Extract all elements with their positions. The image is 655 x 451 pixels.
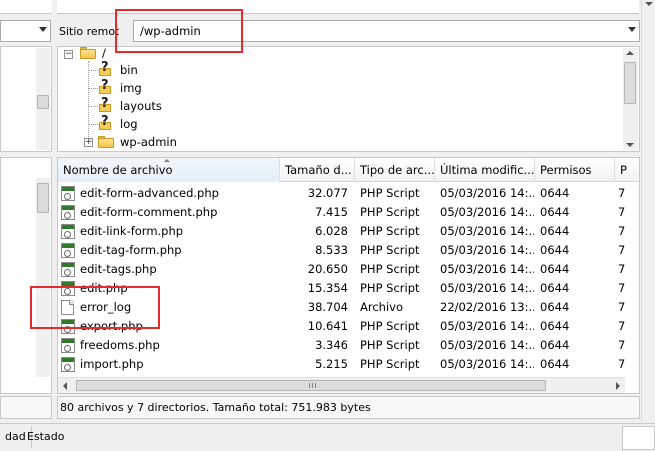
remote-file-list[interactable]: Nombre de archivo Tamaño d... Tipo de ar… xyxy=(57,157,640,394)
tree-item-label: layouts xyxy=(120,99,162,113)
php-file-icon xyxy=(61,243,75,258)
php-file-icon xyxy=(61,205,75,220)
sort-ascending-icon xyxy=(164,159,170,162)
grip-icon xyxy=(309,383,316,388)
tree-item-label: log xyxy=(120,117,138,131)
tab-status[interactable]: Estado xyxy=(22,426,69,448)
column-header-size[interactable]: Tamaño d... xyxy=(280,158,355,182)
question-folder-icon: ? xyxy=(98,114,113,131)
highlight-box-remote-path xyxy=(115,9,243,53)
window-vertical-scrollbar[interactable] xyxy=(641,0,655,422)
highlight-box-error-log xyxy=(30,286,160,329)
table-row[interactable]: edit-form-advanced.php 32.077 PHP Script… xyxy=(58,184,639,203)
column-header-name[interactable]: Nombre de archivo xyxy=(58,158,280,182)
remote-status-bar: 80 archivos y 7 directorios. Tamaño tota… xyxy=(57,396,640,419)
chevron-down-icon[interactable] xyxy=(39,27,47,32)
scroll-down-icon[interactable] xyxy=(645,2,653,6)
tree-connector xyxy=(88,61,89,143)
tree-connector xyxy=(88,124,98,125)
file-list-horizontal-scrollbar[interactable] xyxy=(58,377,625,393)
column-header-modified[interactable]: Última modific... xyxy=(435,158,535,182)
scroll-up-icon[interactable] xyxy=(626,51,634,55)
scroll-right-icon[interactable] xyxy=(616,382,620,390)
tree-item-bin[interactable]: ? bin xyxy=(98,60,198,79)
question-folder-icon: ? xyxy=(98,96,113,113)
local-tree-scrollbar[interactable] xyxy=(36,48,50,150)
php-file-icon xyxy=(61,357,75,372)
queue-tab-bar: dad Estado xyxy=(0,423,655,451)
local-list-scrollbar[interactable] xyxy=(36,178,50,377)
column-header-type[interactable]: Tipo de arc... xyxy=(355,158,435,182)
file-list-header: Nombre de archivo Tamaño d... Tipo de ar… xyxy=(58,158,639,182)
local-file-list[interactable] xyxy=(0,157,52,394)
tree-item-label: wp-admin xyxy=(120,135,177,149)
table-row[interactable]: edit-form-comment.php 7.415 PHP Script 0… xyxy=(58,203,639,222)
scroll-thumb[interactable] xyxy=(624,62,636,104)
remote-status-text: 80 archivos y 7 directorios. Tamaño tota… xyxy=(60,401,371,414)
php-file-icon xyxy=(61,262,75,277)
tree-connector xyxy=(88,106,98,107)
php-file-icon xyxy=(61,338,75,353)
tree-item-log[interactable]: ? log xyxy=(98,114,198,133)
scroll-thumb[interactable] xyxy=(37,95,49,109)
php-file-icon xyxy=(61,186,75,201)
table-row[interactable]: edit-tag-form.php 8.533 PHP Script 05/03… xyxy=(58,241,639,260)
tree-item-img[interactable]: ? img xyxy=(98,78,198,97)
local-top-area xyxy=(0,0,52,14)
tree-item-layouts[interactable]: ? layouts xyxy=(98,96,198,115)
table-row[interactable]: edit-tags.php 20.650 PHP Script 05/03/20… xyxy=(58,260,639,279)
local-tree-pane[interactable] xyxy=(0,46,52,152)
scroll-left-icon[interactable] xyxy=(63,382,67,390)
folder-icon xyxy=(98,136,114,148)
table-row[interactable]: edit-link-form.php 6.028 PHP Script 05/0… xyxy=(58,222,639,241)
tree-connector xyxy=(88,88,98,89)
tree-connector xyxy=(88,70,98,71)
tree-item-wp-admin[interactable]: wp-admin xyxy=(98,133,198,151)
local-status-bar xyxy=(0,396,52,419)
table-row[interactable]: import.php 5.215 PHP Script 05/03/2016 1… xyxy=(58,355,639,374)
chevron-down-icon[interactable] xyxy=(628,27,636,32)
collapse-icon[interactable]: − xyxy=(64,50,73,59)
table-row[interactable]: freedoms.php 3.346 PHP Script 05/03/2016… xyxy=(58,336,639,355)
php-file-icon xyxy=(61,224,75,239)
scroll-thumb[interactable] xyxy=(37,183,49,213)
tree-item-label: bin xyxy=(120,63,138,77)
remote-site-label: Sitio remoto: xyxy=(59,25,119,38)
folder-icon xyxy=(80,47,96,59)
local-path-combo[interactable] xyxy=(0,20,51,42)
remote-tree-scrollbar[interactable] xyxy=(623,48,638,150)
remote-directory-tree[interactable]: − / ? bin ? img ? layouts ? log + wp-adm… xyxy=(57,46,640,152)
scroll-down-icon[interactable] xyxy=(626,143,634,147)
question-folder-icon: ? xyxy=(98,60,113,77)
question-folder-icon: ? xyxy=(98,78,113,95)
scroll-thumb[interactable] xyxy=(76,380,546,391)
tree-item-label: img xyxy=(120,81,142,95)
expand-icon[interactable]: + xyxy=(84,138,93,147)
column-header-permissions[interactable]: Permisos xyxy=(535,158,615,182)
column-header-owner[interactable]: P xyxy=(615,158,639,182)
queue-panel-edge xyxy=(622,426,655,450)
